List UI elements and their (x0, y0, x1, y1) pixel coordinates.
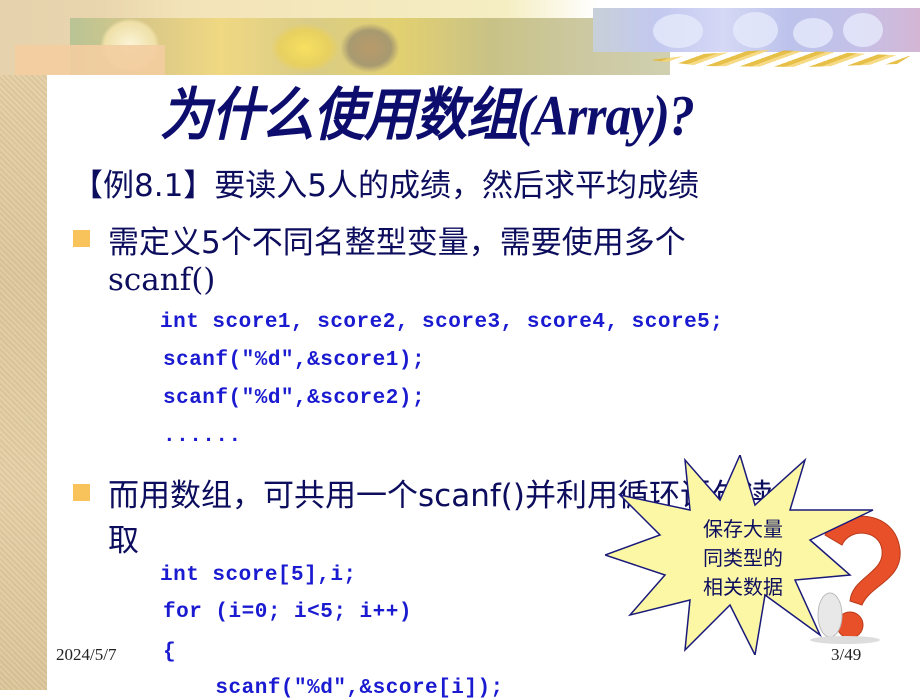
code-line: scanf("%d",&score[i]); (163, 677, 504, 700)
example-heading: 【例8.1】要读入5人的成绩，然后求平均成绩 (72, 168, 700, 204)
callout-line: 同类型的 (703, 546, 783, 570)
footer-page-number: 3/49 (831, 645, 862, 664)
slide-title: 为什么使用数组(Array)? (160, 69, 800, 148)
bullet-2-line-2: 取 (108, 523, 139, 559)
bullet-square-icon (73, 230, 90, 247)
title-english: (Array)? (517, 85, 695, 148)
code-line: int score1, score2, score3, score4, scor… (160, 311, 724, 334)
code-line: int score[5],i; (160, 564, 357, 587)
peach-band-decoration (15, 45, 165, 75)
leaf-decoration (340, 23, 400, 73)
footer-date: 2024/5/7 (56, 645, 117, 664)
bullet-square-icon (73, 484, 90, 501)
callout-line: 相关数据 (703, 575, 783, 599)
code-line: scanf("%d",&score2); (163, 387, 426, 410)
code-line: scanf("%d",&score1); (163, 349, 426, 372)
callout-text: 保存大量 同类型的 相关数据 (688, 515, 798, 602)
leaf-decoration (270, 23, 340, 73)
bullet-1-line-1: 需定义5个不同名整型变量，需要使用多个 (108, 225, 686, 261)
left-texture-strip (0, 0, 47, 690)
code-line: for (i=0; i<5; i++) (163, 601, 412, 624)
title-chinese: 为什么使用数组 (160, 83, 518, 148)
callout-line: 保存大量 (703, 517, 783, 541)
code-line: ...... (163, 425, 242, 448)
stones-banner-image (593, 8, 920, 52)
code-line: { (163, 641, 177, 664)
bullet-1-line-2: scanf() (108, 262, 216, 298)
